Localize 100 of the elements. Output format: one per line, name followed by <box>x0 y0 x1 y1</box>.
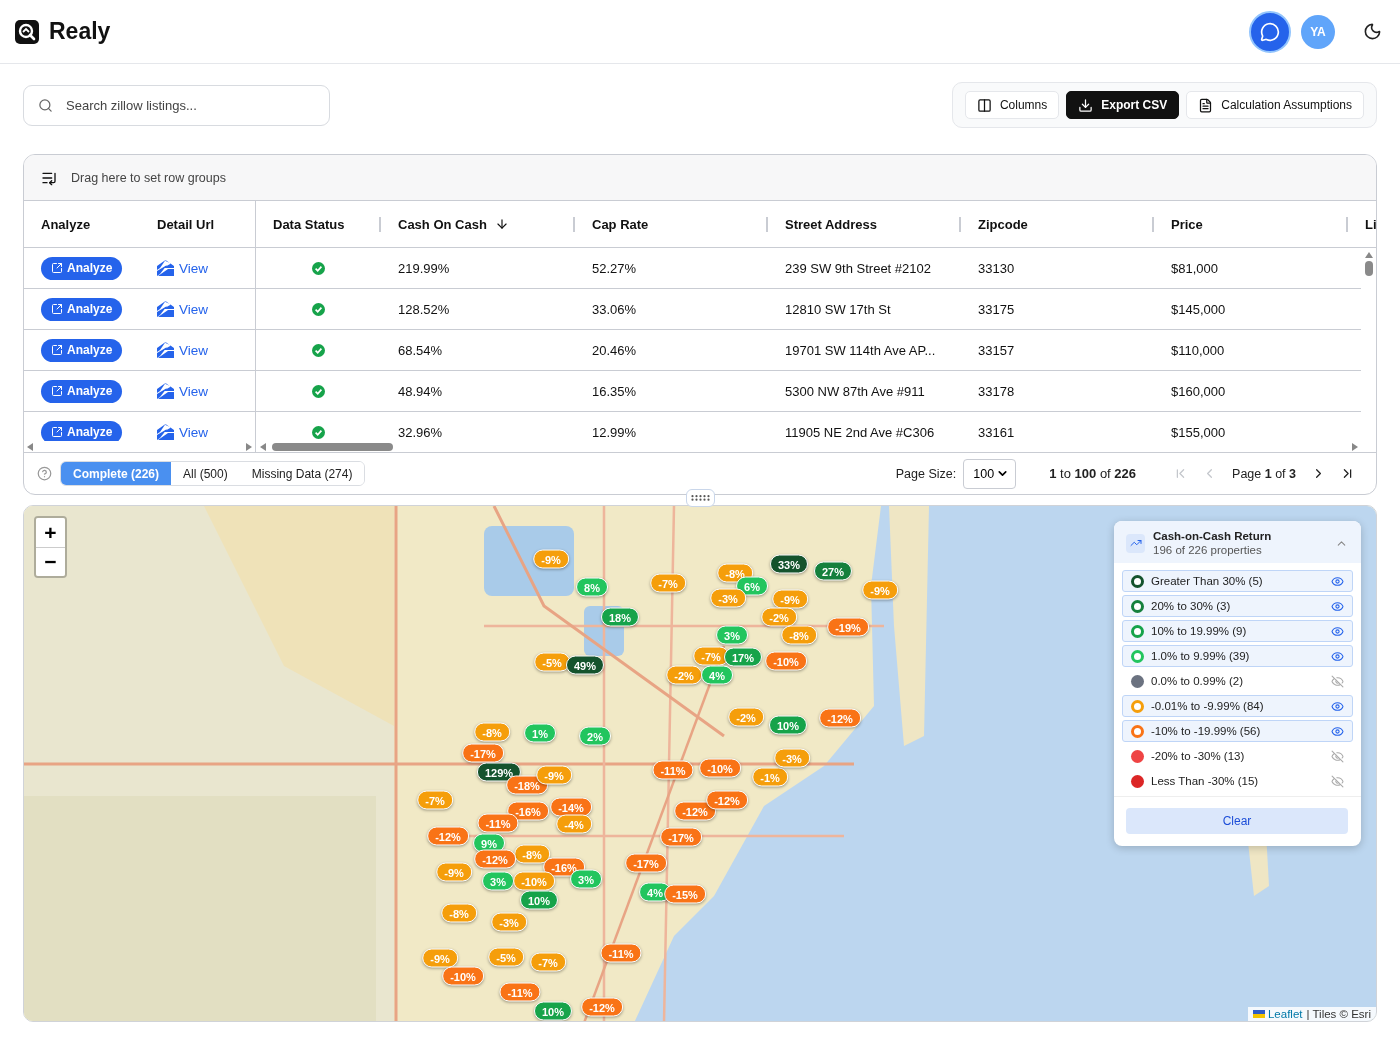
drag-handle-icon[interactable] <box>691 495 710 501</box>
eye-icon <box>1331 724 1344 738</box>
column-header[interactable]: Cash On Cash <box>381 201 575 247</box>
columns-icon <box>976 97 992 113</box>
filter-tab[interactable]: Complete (226) <box>61 462 172 485</box>
map-marker[interactable]: -10% <box>699 758 741 778</box>
map-marker[interactable]: -4% <box>556 814 592 834</box>
column-header[interactable]: Street Address <box>768 201 961 247</box>
map-marker[interactable]: -19% <box>827 617 869 637</box>
chat-icon <box>1260 21 1280 42</box>
legend-item[interactable]: -0.01% to -9.99% (84) <box>1122 695 1353 717</box>
eye-icon <box>1331 574 1344 588</box>
leaflet-link[interactable]: Leaflet <box>1252 1008 1303 1020</box>
house-z-icon <box>157 260 174 276</box>
legend-item[interactable]: 10% to 19.99% (9) <box>1122 620 1353 642</box>
attribution-text: | Tiles © Esri <box>1306 1008 1371 1020</box>
analyze-button[interactable]: Analyze <box>41 338 123 362</box>
legend-item[interactable]: -10% to -19.99% (56) <box>1122 720 1353 742</box>
search-field[interactable]: Search zillow listings... <box>23 84 330 126</box>
table-cell-text: 48.94% <box>397 382 444 401</box>
table-cell-text: 19701 SW 114th Ave AP... <box>784 341 937 360</box>
map-marker[interactable]: -17% <box>625 853 667 873</box>
clear-button[interactable]: Clear <box>1126 808 1348 834</box>
analyze-button[interactable]: Analyze <box>41 379 123 403</box>
page-indicator: Page 1 of 3 <box>1232 466 1296 481</box>
map-marker[interactable]: -17% <box>462 743 504 763</box>
view-link[interactable]: View <box>157 301 209 317</box>
column-header[interactable]: Detail Url <box>140 201 256 247</box>
sort-arrow-icon <box>494 217 509 231</box>
toolbar-button[interactable]: Export CSV <box>1066 91 1180 119</box>
legend-item[interactable]: 1.0% to 9.99% (39) <box>1122 645 1353 667</box>
table-cell-text: 33130 <box>977 259 1016 278</box>
chat-button[interactable] <box>1249 10 1291 53</box>
view-link[interactable]: View <box>157 383 209 399</box>
map-marker[interactable]: -14% <box>550 797 592 817</box>
legend-item[interactable]: 20% to 30% (3) <box>1122 595 1353 617</box>
flag-icon <box>1252 1010 1265 1018</box>
column-header[interactable]: Price <box>1154 201 1348 247</box>
view-link[interactable]: View <box>157 424 209 440</box>
map-marker[interactable]: -12% <box>706 790 748 810</box>
analyze-button[interactable]: Analyze <box>41 256 123 280</box>
eye-off-icon <box>1331 749 1344 763</box>
external-link-icon <box>51 426 63 438</box>
map-marker[interactable]: -10% <box>513 871 555 891</box>
eye-icon <box>1331 599 1344 613</box>
toolbar-button[interactable]: Columns <box>964 91 1060 119</box>
house-z-icon <box>157 383 174 399</box>
table-cell-text: 20.46% <box>591 341 638 360</box>
map-marker[interactable]: -10% <box>442 966 484 986</box>
map-marker[interactable]: -1% <box>752 767 788 787</box>
house-z-icon <box>157 424 174 440</box>
map-marker[interactable]: -12% <box>474 849 516 869</box>
assumptions-icon <box>1198 97 1214 113</box>
map-marker[interactable]: -12% <box>427 826 469 846</box>
check-icon <box>312 343 325 357</box>
search-icon <box>38 97 53 113</box>
table-cell-text: $155,000 <box>1170 423 1227 441</box>
analyze-button[interactable]: Analyze <box>41 297 123 321</box>
help-icon[interactable] <box>37 466 52 481</box>
map-marker[interactable]: -15% <box>664 884 706 904</box>
column-header[interactable]: Cap Rate <box>575 201 768 247</box>
page-size-select[interactable]: 100 <box>963 458 1017 489</box>
resize-handle[interactable] <box>686 489 715 507</box>
legend-item[interactable]: Greater Than 30% (5) <box>1122 570 1353 592</box>
map-marker[interactable]: -12% <box>581 997 623 1017</box>
table-cell-text: 32.96% <box>397 423 444 441</box>
map-marker[interactable]: -9% <box>772 589 808 609</box>
column-header[interactable]: Zipcode <box>961 201 1154 247</box>
map-marker[interactable]: -10% <box>765 651 807 671</box>
zoom-button[interactable]: − <box>36 547 65 576</box>
external-link-icon <box>51 344 63 356</box>
row-range: 1 to 100 of 226 <box>1049 466 1137 481</box>
page-size-label: Page Size: <box>895 466 957 481</box>
check-icon <box>312 261 325 275</box>
table-cell-text: $110,000 <box>1170 341 1226 360</box>
map-marker[interactable]: -17% <box>660 827 702 847</box>
table-cell-text: 12810 SW 17th St <box>784 300 892 319</box>
column-header[interactable]: Data Status <box>256 201 381 247</box>
map-marker[interactable]: 4% <box>701 665 733 685</box>
map-marker[interactable]: -12% <box>819 708 861 728</box>
map-marker[interactable]: -9% <box>422 948 458 968</box>
toolbar-button[interactable]: Calculation Assumptions <box>1186 91 1364 119</box>
app-name: Realy <box>49 18 111 45</box>
map-marker[interactable]: -2% <box>761 607 797 627</box>
zoom-button[interactable]: + <box>36 518 65 547</box>
analyze-button[interactable]: Analyze <box>41 420 123 441</box>
table-cell-text: 16.35% <box>591 382 638 401</box>
table-cell-text: 219.99% <box>397 259 451 278</box>
table-cell-text: 33161 <box>977 423 1016 441</box>
table-cell-text: 128.52% <box>397 300 451 319</box>
view-link[interactable]: View <box>157 260 209 276</box>
view-link[interactable]: View <box>157 342 209 358</box>
table-cell-text: 11905 NE 2nd Ave #C306 <box>784 423 936 441</box>
column-header[interactable]: Analyze <box>24 201 140 247</box>
house-z-icon <box>157 301 174 317</box>
table-cell-text: $160,000 <box>1170 382 1227 401</box>
check-icon <box>312 425 325 439</box>
external-link-icon <box>51 262 63 274</box>
user-avatar[interactable]: YA <box>1301 14 1335 49</box>
column-header[interactable]: Li <box>1348 201 1376 247</box>
